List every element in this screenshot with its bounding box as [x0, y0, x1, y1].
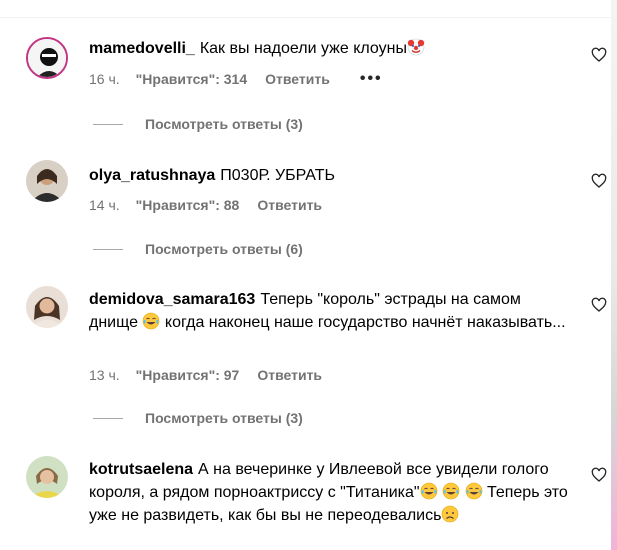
reply-button[interactable]: Ответить [257, 367, 322, 383]
comment-username[interactable]: demidova_samara163 [89, 291, 255, 308]
scrollbar-edge[interactable] [611, 0, 617, 550]
face-with-tears-of-joy-emoji [420, 482, 438, 500]
view-replies-label[interactable]: Посмотреть ответы (3) [145, 116, 303, 132]
replies-divider [93, 123, 123, 125]
comment-username[interactable]: mamedovelli_ [89, 40, 195, 57]
disappointed-face-emoji [441, 505, 459, 523]
heart-icon[interactable] [591, 297, 607, 313]
view-replies-label[interactable]: Посмотреть ответы (6) [145, 241, 303, 257]
replies-divider [93, 248, 123, 250]
comment-text: Как вы надоели уже клоуны [199, 40, 407, 57]
comment-likes[interactable]: "Нравится": 88 [136, 197, 240, 213]
face-with-tears-of-joy-emoji [142, 312, 160, 330]
reply-button[interactable]: Ответить [265, 71, 330, 87]
heart-icon[interactable] [591, 467, 607, 483]
more-options-button[interactable]: ••• [360, 71, 383, 87]
face-with-tears-of-joy-emoji [465, 482, 483, 500]
avatar[interactable] [26, 456, 68, 498]
comment-username[interactable]: olya_ratushnaya [89, 167, 215, 184]
comment-likes[interactable]: "Нравится": 97 [136, 367, 240, 383]
heart-icon[interactable] [591, 173, 607, 189]
comment-time: 14 ч. [89, 197, 120, 213]
avatar[interactable] [26, 37, 68, 79]
comment-likes[interactable]: "Нравится": 314 [136, 71, 247, 87]
reply-button[interactable]: Ответить [257, 197, 322, 213]
face-with-tears-of-joy-emoji [442, 482, 460, 500]
avatar[interactable] [26, 160, 68, 202]
replies-divider [93, 417, 123, 419]
comment-text: П030Р. УБРАТЬ [220, 167, 335, 184]
clown-face-emoji [407, 38, 425, 56]
avatar[interactable] [26, 286, 68, 328]
view-replies-button[interactable]: Посмотреть ответы (3) [93, 410, 303, 426]
comment-text-continued: когда наконец наше государство начнёт на… [164, 314, 566, 331]
comment-username[interactable]: kotrutsaelena [89, 461, 193, 478]
comment-time: 13 ч. [89, 367, 120, 383]
comment-time: 16 ч. [89, 71, 120, 87]
view-replies-label[interactable]: Посмотреть ответы (3) [145, 410, 303, 426]
top-divider [0, 0, 617, 18]
view-replies-button[interactable]: Посмотреть ответы (6) [93, 241, 303, 257]
heart-icon[interactable] [591, 47, 607, 63]
view-replies-button[interactable]: Посмотреть ответы (3) [93, 116, 303, 132]
